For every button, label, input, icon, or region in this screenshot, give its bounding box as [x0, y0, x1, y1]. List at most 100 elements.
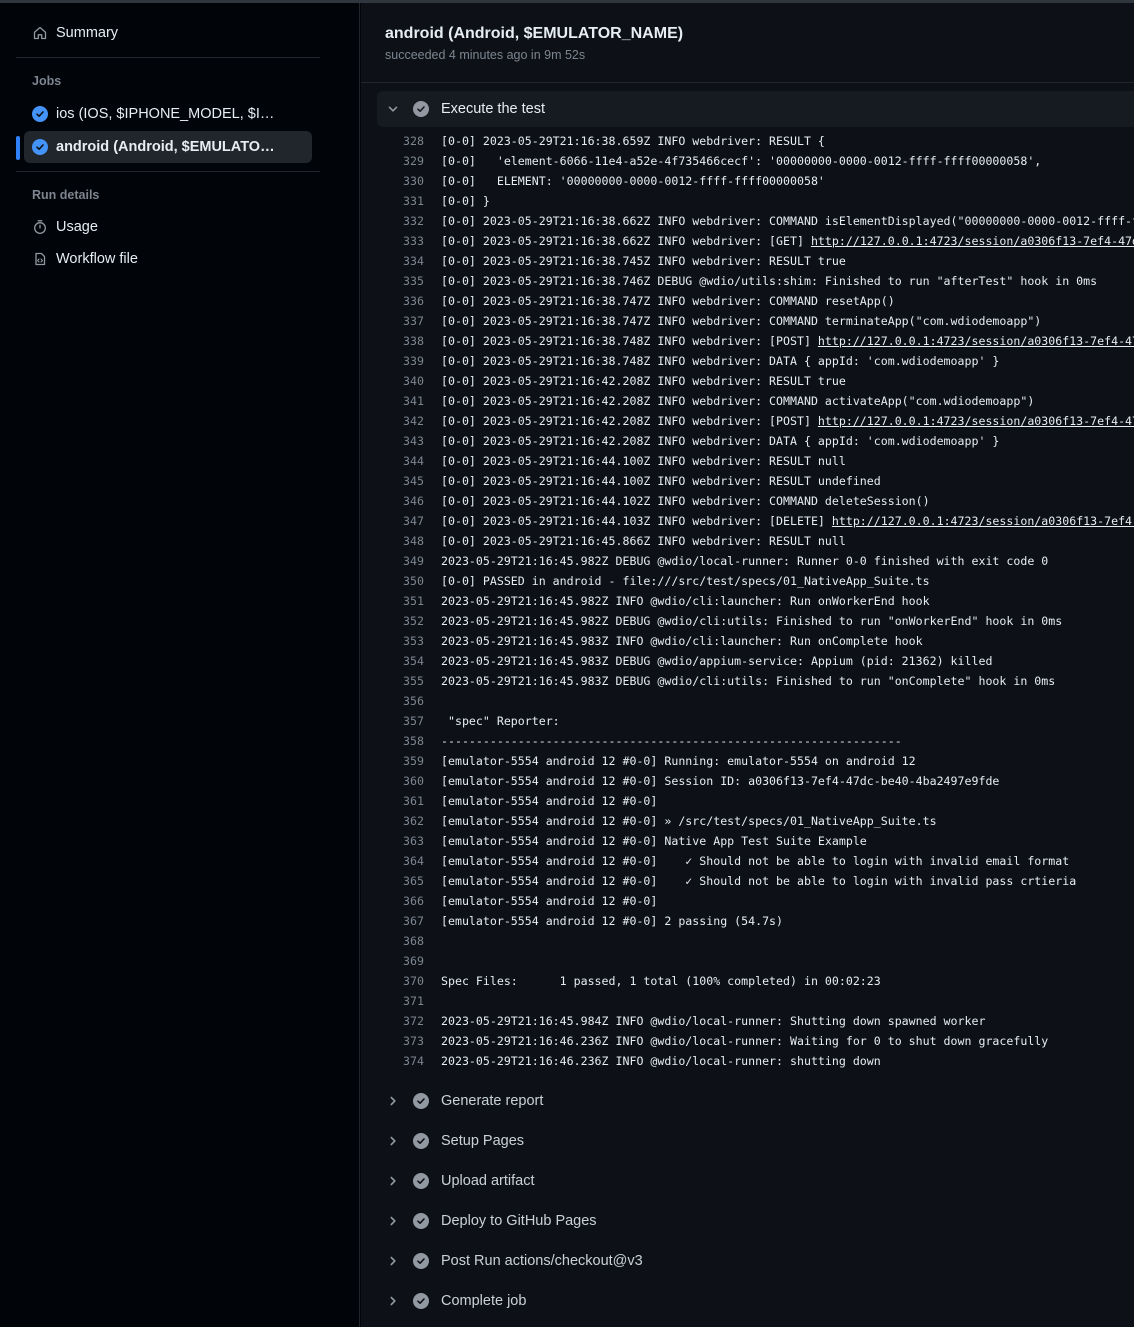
log-link[interactable]: http://127.0.0.1:4723/session/a0306f13-7… — [818, 334, 1134, 348]
log-text: [0-0] 2023-05-29T21:16:38.662Z INFO webd… — [441, 214, 1134, 228]
log-line-number[interactable]: 371 — [361, 991, 424, 1011]
log-line-number[interactable]: 358 — [361, 731, 424, 751]
log-line-number[interactable]: 354 — [361, 651, 424, 671]
sidebar-item-label: Usage — [56, 219, 98, 235]
log-line: 374 2023-05-29T21:16:46.236Z INFO @wdio/l… — [361, 1051, 1134, 1071]
log-line-number[interactable]: 346 — [361, 491, 424, 511]
log-line: 367 [emulator-5554 android 12 #0-0] 2 pas… — [361, 911, 1134, 931]
step-execute-the-test[interactable]: Execute the test — [377, 91, 1134, 127]
log-text: [emulator-5554 android 12 #0-0] 2 passin… — [441, 914, 784, 928]
log-line-number[interactable]: 342 — [361, 411, 424, 431]
step-row[interactable]: Generate report — [377, 1083, 1134, 1119]
log-text: [0-0] 2023-05-29T21:16:44.102Z INFO webd… — [441, 494, 930, 508]
log-line-number[interactable]: 340 — [361, 371, 424, 391]
step-row[interactable]: Complete job — [377, 1283, 1134, 1319]
log-line-text: [0-0] 2023-05-29T21:16:42.208Z INFO webd… — [441, 391, 1034, 411]
log-line-number[interactable]: 335 — [361, 271, 424, 291]
log-line: 335 [0-0] 2023-05-29T21:16:38.746Z DEBUG … — [361, 271, 1134, 291]
log-line-number[interactable]: 367 — [361, 911, 424, 931]
log-text: [0-0] ELEMENT: '00000000-0000-0012-ffff-… — [441, 174, 825, 188]
log-line-number[interactable]: 332 — [361, 211, 424, 231]
log-line-number[interactable]: 344 — [361, 451, 424, 471]
log-line-number[interactable]: 369 — [361, 951, 424, 971]
log-line: 370 Spec Files: 1 passed, 1 total (100% c… — [361, 971, 1134, 991]
log-line-number[interactable]: 341 — [361, 391, 424, 411]
log-line-text: [0-0] 2023-05-29T21:16:45.866Z INFO webd… — [441, 531, 846, 551]
step-row[interactable]: Post Run actions/checkout@v3 — [377, 1243, 1134, 1279]
sidebar-item-label: Summary — [56, 25, 119, 41]
log-line-number[interactable]: 347 — [361, 511, 424, 531]
sidebar: Summary Jobs ios (IOS, $IPHONE_MODEL, $I… — [0, 3, 360, 1327]
log-line-number[interactable]: 337 — [361, 311, 424, 331]
log-line-text: [0-0] 2023-05-29T21:16:38.746Z DEBUG @wd… — [441, 271, 1097, 291]
log-link[interactable]: http://127.0.0.1:4723/session/a0306f13-7… — [811, 234, 1134, 248]
log-line-number[interactable]: 366 — [361, 891, 424, 911]
log-line-number[interactable]: 363 — [361, 831, 424, 851]
log-line-number[interactable]: 328 — [361, 131, 424, 151]
log-line-number[interactable]: 351 — [361, 591, 424, 611]
log-line-number[interactable]: 349 — [361, 551, 424, 571]
log-line-number[interactable]: 352 — [361, 611, 424, 631]
log-line-number[interactable]: 370 — [361, 971, 424, 991]
log-line-number[interactable]: 336 — [361, 291, 424, 311]
sidebar-job-ios[interactable]: ios (IOS, $IPHONE_MODEL, $IOS_VERSION) — [24, 98, 312, 130]
log-line: 343 [0-0] 2023-05-29T21:16:42.208Z INFO w… — [361, 431, 1134, 451]
log-line-number[interactable]: 334 — [361, 251, 424, 271]
log-line: 331 [0-0] } — [361, 191, 1134, 211]
log-line: 350 [0-0] PASSED in android - file:///src… — [361, 571, 1134, 591]
check-circle-icon — [413, 1293, 429, 1309]
sidebar-item-usage[interactable]: Usage — [24, 211, 312, 243]
log-line-text: [0-0] 2023-05-29T21:16:38.662Z INFO webd… — [441, 211, 1134, 231]
log-text: 2023-05-29T21:16:45.983Z INFO @wdio/cli:… — [441, 634, 923, 648]
sidebar-item-summary[interactable]: Summary — [24, 17, 312, 49]
log-line-number[interactable]: 373 — [361, 1031, 424, 1051]
log-line-number[interactable]: 331 — [361, 191, 424, 211]
log-line-number[interactable]: 374 — [361, 1051, 424, 1071]
log-line-number[interactable]: 357 — [361, 711, 424, 731]
log-line-number[interactable]: 343 — [361, 431, 424, 451]
log-line-number[interactable]: 359 — [361, 751, 424, 771]
log-text: [0-0] 2023-05-29T21:16:44.100Z INFO webd… — [441, 454, 846, 468]
step-row[interactable]: Deploy to GitHub Pages — [377, 1203, 1134, 1239]
log-line-text: [emulator-5554 android 12 #0-0] » /src/t… — [441, 811, 937, 831]
log-text: [0-0] 2023-05-29T21:16:42.208Z INFO webd… — [441, 394, 1035, 408]
log-line-number[interactable]: 330 — [361, 171, 424, 191]
log-line-number[interactable]: 329 — [361, 151, 424, 171]
log-line-number[interactable]: 372 — [361, 1011, 424, 1031]
log-line: 356 — [361, 691, 1134, 711]
run-details-section-title: Run details — [32, 188, 100, 202]
log-line-number[interactable]: 353 — [361, 631, 424, 651]
log-line-number[interactable]: 364 — [361, 851, 424, 871]
log-line-number[interactable]: 345 — [361, 471, 424, 491]
step-name: Generate report — [441, 1093, 544, 1109]
log-link[interactable]: http://127.0.0.1:4723/session/a0306f13-7… — [818, 414, 1134, 428]
sidebar-job-android[interactable]: android (Android, $EMULATOR_NAME) — [24, 131, 312, 163]
active-indicator — [16, 136, 20, 160]
log-line-number[interactable]: 365 — [361, 871, 424, 891]
log-line-number[interactable]: 350 — [361, 571, 424, 591]
log-line-number[interactable]: 333 — [361, 231, 424, 251]
step-row[interactable]: Upload artifact — [377, 1163, 1134, 1199]
log-line-number[interactable]: 360 — [361, 771, 424, 791]
log-line-number[interactable]: 368 — [361, 931, 424, 951]
log-line-number[interactable]: 339 — [361, 351, 424, 371]
log-text: [0-0] 2023-05-29T21:16:38.747Z INFO webd… — [441, 314, 1042, 328]
log-line-number[interactable]: 356 — [361, 691, 424, 711]
job-label: android (Android, $EMULATOR_NAME) — [56, 139, 276, 155]
log-line: 362 [emulator-5554 android 12 #0-0] » /sr… — [361, 811, 1134, 831]
log-line-number[interactable]: 348 — [361, 531, 424, 551]
log-line-number[interactable]: 361 — [361, 791, 424, 811]
check-circle-icon — [32, 106, 48, 122]
sidebar-item-workflow-file[interactable]: Workflow file — [24, 243, 312, 275]
log-line-number[interactable]: 362 — [361, 811, 424, 831]
log-line: 352 2023-05-29T21:16:45.982Z DEBUG @wdio/… — [361, 611, 1134, 631]
log-line: 351 2023-05-29T21:16:45.982Z INFO @wdio/c… — [361, 591, 1134, 611]
log-text: [0-0] 2023-05-29T21:16:42.208Z INFO webd… — [441, 374, 846, 388]
log-line-text: 2023-05-29T21:16:46.236Z INFO @wdio/loca… — [441, 1051, 881, 1071]
log-line-text: [0-0] 2023-05-29T21:16:44.100Z INFO webd… — [441, 451, 846, 471]
log-line-text: Spec Files: 1 passed, 1 total (100% comp… — [441, 971, 881, 991]
log-line-number[interactable]: 338 — [361, 331, 424, 351]
log-link[interactable]: http://127.0.0.1:4723/session/a0306f13-7… — [832, 514, 1134, 528]
log-line-number[interactable]: 355 — [361, 671, 424, 691]
step-row[interactable]: Setup Pages — [377, 1123, 1134, 1159]
